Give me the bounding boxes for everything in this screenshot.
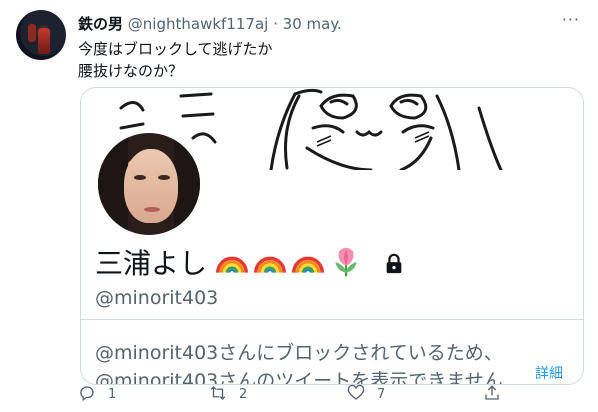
rainbow-icon bbox=[253, 256, 286, 273]
quoted-profile-avatar[interactable] bbox=[95, 130, 203, 238]
tweet-text: 今度はブロックして逃げたか 腰抜けなのか？ bbox=[78, 38, 273, 82]
like-button[interactable]: 7 bbox=[347, 384, 385, 402]
share-icon bbox=[485, 385, 499, 400]
share-button[interactable] bbox=[483, 384, 513, 402]
author-handle[interactable]: @nighthawkf117aj bbox=[128, 15, 269, 33]
more-dots-icon[interactable]: ··· bbox=[562, 10, 580, 29]
card-divider bbox=[81, 319, 583, 320]
profile-name-text: 三浦よし bbox=[95, 247, 208, 280]
avatar-detail bbox=[134, 175, 146, 180]
like-count: 7 bbox=[377, 387, 386, 402]
tulip-icon bbox=[335, 247, 357, 277]
avatar-detail bbox=[28, 24, 36, 42]
retweet-button[interactable]: 2 bbox=[209, 384, 247, 402]
reply-button[interactable]: 1 bbox=[78, 384, 116, 402]
quoted-profile-card[interactable]: 三浦よし @minorit403 @minorit403さんにブロックされている… bbox=[80, 87, 584, 385]
retweet-icon bbox=[210, 386, 226, 400]
lock-icon bbox=[386, 253, 402, 274]
blocked-notice-line: @minorit403さんにブロックされているため、 bbox=[95, 342, 503, 364]
rainbow-icon bbox=[215, 256, 248, 273]
rainbow-icon bbox=[291, 256, 324, 273]
heart-icon bbox=[347, 384, 365, 400]
retweet-count: 2 bbox=[239, 387, 248, 402]
quoted-profile-name[interactable]: 三浦よし bbox=[95, 242, 405, 282]
reply-count: 1 bbox=[108, 387, 117, 402]
avatar-detail bbox=[38, 28, 50, 54]
tweet-text-line: 腰抜けなのか？ bbox=[78, 62, 184, 80]
blocked-notice: @minorit403さんにブロックされているため、 @minorit403さん… bbox=[95, 339, 503, 384]
tweet-header: 鉄の男 @nighthawkf117aj · 30 may. bbox=[78, 13, 342, 34]
avatar-detail bbox=[144, 207, 160, 212]
header-separator: · bbox=[273, 15, 278, 33]
tweet-actions: 1 2 7 bbox=[78, 380, 578, 410]
author-avatar[interactable] bbox=[16, 10, 66, 60]
tweet-date[interactable]: 30 may. bbox=[283, 15, 342, 33]
tweet: 鉄の男 @nighthawkf117aj · 30 may. ··· 今度はブロ… bbox=[0, 0, 598, 412]
tweet-text-line: 今度はブロックして逃げたか bbox=[78, 40, 273, 58]
quoted-profile-handle[interactable]: @minorit403 bbox=[95, 287, 218, 309]
reply-icon bbox=[80, 386, 94, 402]
avatar-detail bbox=[158, 175, 170, 180]
author-display-name[interactable]: 鉄の男 bbox=[78, 15, 123, 33]
